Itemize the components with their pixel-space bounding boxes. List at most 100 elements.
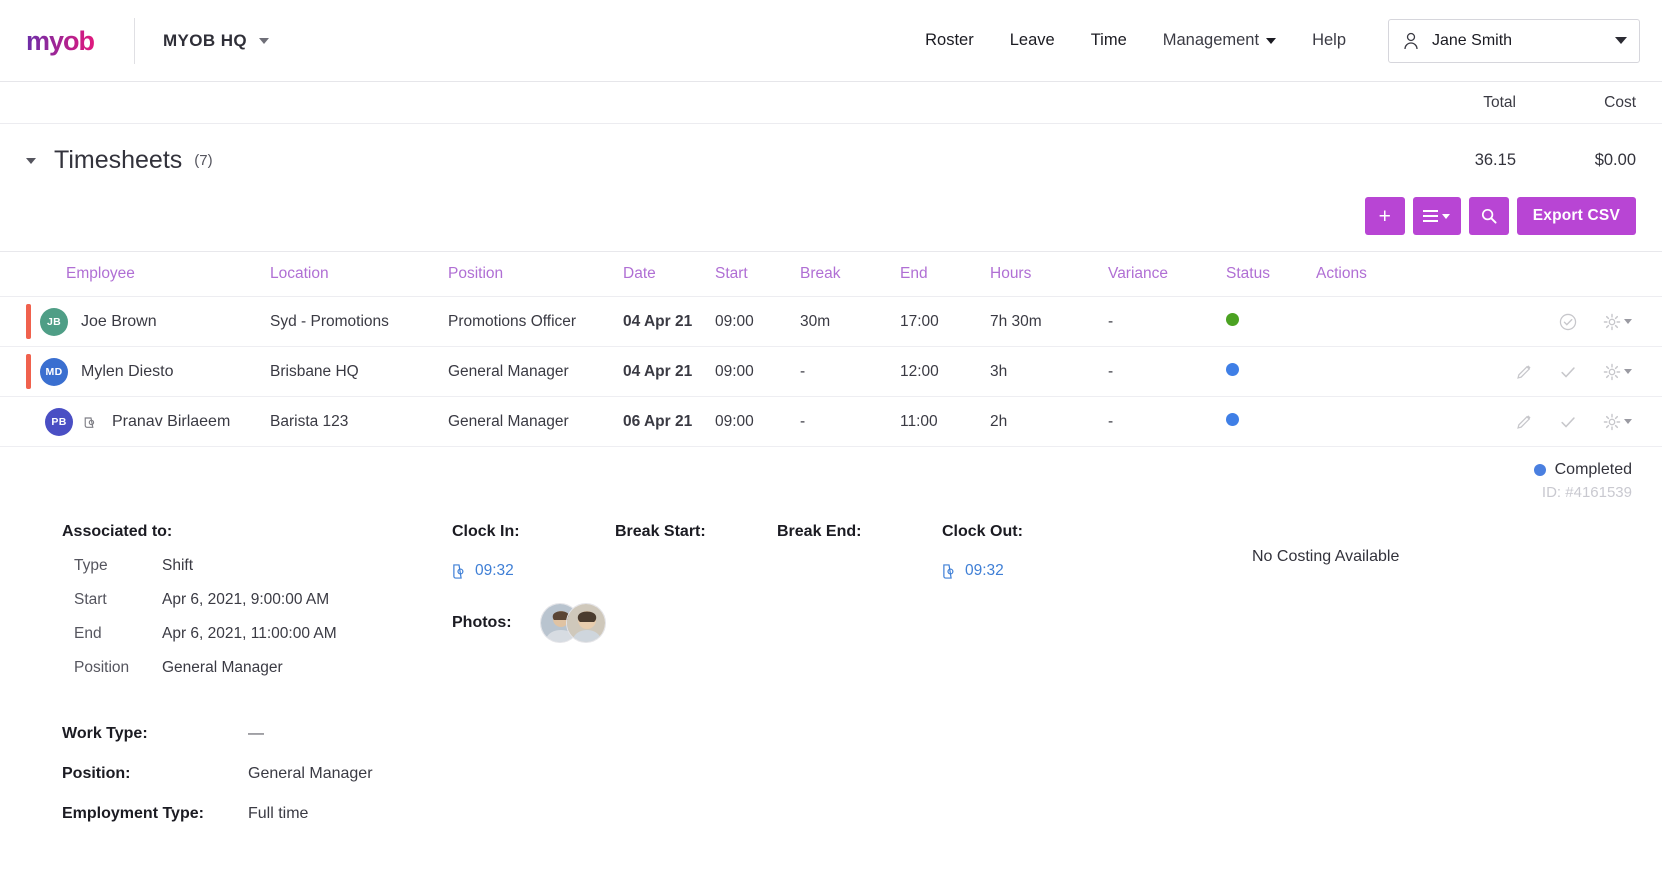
main-nav: Roster Leave Time Management Help Jane S… [907,18,1640,63]
svg-text:myob: myob [26,26,95,56]
costing-block: No Costing Available [1252,523,1399,677]
col-header-break[interactable]: Break [800,251,900,297]
hamburger-icon [1423,210,1439,222]
cell-variance: - [1108,346,1226,397]
col-header-location[interactable]: Location [270,251,448,297]
myob-logo[interactable]: myob [26,24,104,58]
photos-row: Photos: [452,602,615,643]
col-header-end[interactable]: End [900,251,990,297]
nav-item-management[interactable]: Management [1145,21,1294,60]
clock-out-time-link[interactable]: 09:32 [942,562,1004,580]
edit-pencil-icon[interactable] [1515,413,1533,431]
col-header-variance[interactable]: Variance [1108,251,1226,297]
break-end-block: Break End: [777,523,942,677]
approve-check-circle-icon[interactable] [1559,313,1577,331]
row-accent-bar [26,354,31,389]
cell-status [1226,396,1316,447]
cell-location: Brisbane HQ [270,346,448,397]
cell-actions [1316,396,1662,447]
table-row[interactable]: MD Mylen Diesto Brisbane HQ General Mana… [0,346,1662,397]
export-csv-button[interactable]: Export CSV [1516,197,1636,235]
cell-hours: 2h [990,396,1108,447]
detail-status-area: Completed ID: #4161539 [26,447,1636,501]
timesheets-toolbar: + Export CSV [0,193,1662,251]
col-header-status[interactable]: Status [1226,251,1316,297]
add-timesheet-button[interactable]: + [1364,197,1405,235]
timesheets-table: Employee Location Position Date Start Br… [0,251,1662,447]
work-type-value: — [248,725,264,742]
chevron-down-icon [259,37,270,44]
status-badge [1226,412,1239,426]
avatar: JB [40,307,68,336]
col-header-start[interactable]: Start [715,251,800,297]
cell-hours: 7h 30m [990,296,1108,347]
cost-column-header: Cost [1604,93,1636,111]
top-navigation-bar: myob MYOB HQ Roster Leave Time Managemen… [0,0,1662,82]
collapse-section-icon[interactable] [26,157,36,164]
col-header-actions: Actions [1316,251,1662,297]
row-settings-menu[interactable] [1603,313,1632,331]
nav-item-roster[interactable]: Roster [907,21,992,60]
associated-key: End [74,625,102,642]
status-badge [1226,312,1239,326]
gear-icon [1603,363,1621,380]
photo-thumbnails[interactable] [539,602,606,643]
cell-end: 11:00 [900,396,990,447]
status-badge [1226,362,1239,376]
table-row[interactable]: JB Joe Brown Syd - Promotions Promotions… [0,296,1662,347]
clock-out-time: 09:32 [965,562,1004,579]
costing-text: No Costing Available [1252,548,1400,565]
search-icon [1481,208,1497,224]
cell-status [1226,346,1316,397]
employment-details-block: Work Type: — Position: General Manager E… [26,677,1636,823]
photo-thumbnail[interactable] [565,602,606,643]
associated-row: Type Shift [62,557,452,575]
search-button[interactable] [1468,197,1509,235]
user-icon [1404,32,1418,49]
col-header-date[interactable]: Date [623,251,715,297]
chevron-down-icon [1266,37,1277,44]
employee-name: Pranav Birlaeem [112,412,231,430]
cell-variance: - [1108,396,1226,447]
nav-item-time[interactable]: Time [1073,21,1145,60]
associated-key: Position [74,659,130,676]
table-header: Employee Location Position Date Start Br… [0,251,1662,297]
employment-type-value: Full time [248,805,309,822]
detail-row: Work Type: — [62,725,1636,743]
nav-item-leave[interactable]: Leave [992,21,1073,60]
cell-break: 30m [800,296,900,347]
cell-end: 12:00 [900,346,990,397]
org-name: MYOB HQ [163,30,248,50]
cell-position: General Manager [448,396,623,447]
nav-item-help[interactable]: Help [1294,21,1364,60]
cell-actions [1316,296,1662,347]
org-switcher[interactable]: MYOB HQ [163,30,270,51]
work-type-label: Work Type: [62,725,148,742]
view-options-button[interactable] [1412,197,1461,235]
edit-pencil-icon[interactable] [1515,363,1533,381]
col-header-position[interactable]: Position [448,251,623,297]
col-header-hours[interactable]: Hours [990,251,1108,297]
user-menu[interactable]: Jane Smith [1388,18,1640,63]
cell-start: 09:00 [715,396,800,447]
associated-key: Type [74,557,108,574]
status-dot-icon [1533,464,1546,476]
clock-in-time-link[interactable]: 09:32 [452,562,514,580]
clock-in-label: Clock In: [452,523,520,540]
cell-hours: 3h [990,346,1108,397]
approve-check-icon[interactable] [1559,413,1577,431]
approve-check-icon[interactable] [1559,363,1577,381]
page-title: Timesheets [54,146,183,174]
cell-employee: JB Joe Brown [0,296,270,347]
cell-break: - [800,396,900,447]
associated-key: Start [74,591,107,608]
cell-start: 09:00 [715,346,800,397]
row-settings-menu[interactable] [1603,363,1632,381]
table-row[interactable]: PB Pranav Birlaeem Barista 123 General M… [0,396,1662,447]
app-root: myob MYOB HQ Roster Leave Time Managemen… [0,0,1662,885]
row-settings-menu[interactable] [1603,413,1632,431]
detail-columns: Associated to: Type Shift Start Apr 6, 2… [26,523,1636,677]
clock-out-label: Clock Out: [942,523,1023,540]
clock-out-block: Clock Out: 09:32 [942,523,1252,677]
col-header-employee[interactable]: Employee [0,251,270,297]
